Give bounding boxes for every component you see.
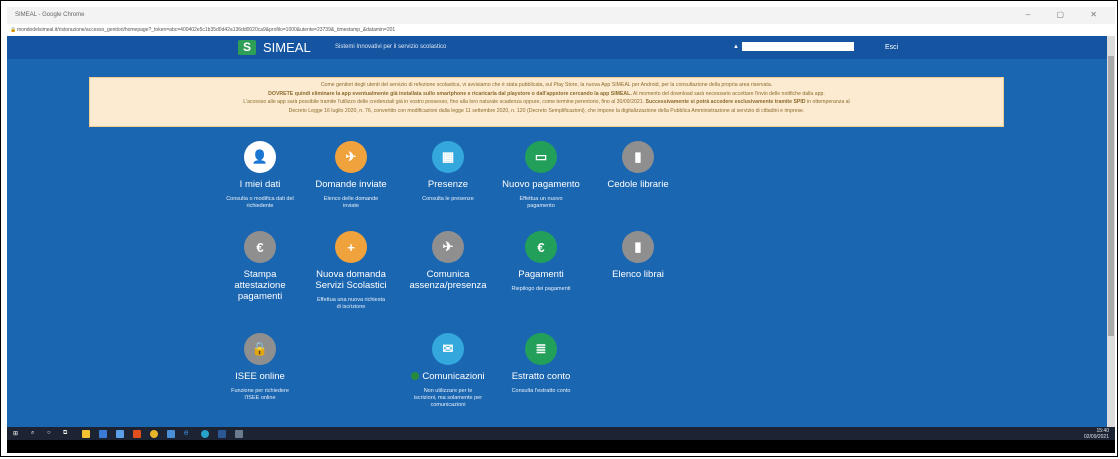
plus-icon: + bbox=[335, 231, 367, 263]
send-icon: ✈ bbox=[432, 231, 464, 263]
app-icon[interactable] bbox=[235, 430, 243, 438]
browser-titlebar: SIMEAL - Google Chrome – ▢ ✕ bbox=[7, 7, 1115, 24]
simeal-logo-icon: S bbox=[238, 40, 256, 55]
tile-description: Effettua una nuova richiesta di iscrizio… bbox=[316, 297, 386, 310]
notice-line-4: Decreto Legge 16 luglio 2020, n. 76, con… bbox=[288, 107, 805, 114]
photos-icon[interactable] bbox=[167, 430, 175, 438]
windows-taskbar: ⊞ ⌕ ○ ⧉ e 15:40 02/09/2021 bbox=[7, 427, 1115, 440]
task-view-icon[interactable]: ⧉ bbox=[63, 430, 67, 437]
office-icon[interactable] bbox=[133, 430, 141, 438]
notice-line-3-bold: Successivamente si potrà accedere esclus… bbox=[644, 99, 806, 106]
tile-label: Elenco librai bbox=[612, 269, 664, 280]
logout-link[interactable]: Esci bbox=[885, 44, 898, 51]
list-icon: ≣ bbox=[525, 333, 557, 365]
status-dot-icon bbox=[411, 372, 420, 381]
tile-account-statement[interactable]: ≣ Estratto conto Consulta l'estratto con… bbox=[486, 333, 596, 395]
page-body: S SIMEAL Sistemi Innovativi per il servi… bbox=[7, 36, 1107, 427]
tile-bookseller-list[interactable]: ▮ Elenco librai bbox=[583, 231, 693, 280]
search-icon[interactable]: ⌕ bbox=[31, 430, 34, 437]
tile-description: Effettua un nuovo pagamento bbox=[519, 196, 563, 209]
tile-label: ISEE online bbox=[235, 371, 285, 382]
tile-sent-requests[interactable]: ✈ Domande inviate Elenco delle domande i… bbox=[296, 141, 406, 210]
mail-icon[interactable] bbox=[99, 430, 107, 438]
scrollbar-thumb[interactable] bbox=[1108, 56, 1114, 336]
notice-line-2-bold: DOVRETE quindi eliminare la app eventual… bbox=[268, 90, 632, 97]
tile-label: Estratto conto bbox=[511, 371, 571, 382]
tile-label: Domande inviate bbox=[315, 179, 387, 190]
top-navigation: S SIMEAL Sistemi Innovativi per il servi… bbox=[7, 36, 1107, 59]
tile-description: Riepilogo dei pagamenti bbox=[511, 286, 571, 292]
tile-new-payment[interactable]: ▭ Nuovo pagamento Effettua un nuovo paga… bbox=[486, 141, 596, 210]
envelope-icon: ✉ bbox=[432, 333, 464, 365]
notice-box: Come genitori degli utenti del servizio … bbox=[89, 77, 1004, 127]
calendar-icon: ▦ bbox=[432, 141, 464, 173]
notice-line-3-text: L'accesso alle app sarà possibile tramit… bbox=[243, 99, 645, 106]
address-bar[interactable]: 🔒 mondodelsimeal.it/ristorazione/accesso… bbox=[7, 24, 1115, 36]
book-icon: ▮ bbox=[622, 141, 654, 173]
notice-line-2: DOVRETE quindi eliminare la app eventual… bbox=[96, 90, 997, 99]
tile-label: Comunicazioni bbox=[422, 371, 485, 382]
url-text[interactable]: mondodelsimeal.it/ristorazione/accesso_g… bbox=[17, 27, 395, 33]
send-icon: ✈ bbox=[335, 141, 367, 173]
page-scrollbar[interactable] bbox=[1107, 36, 1115, 427]
window-title: SIMEAL - Google Chrome bbox=[15, 12, 85, 18]
brand-name: SIMEAL bbox=[263, 40, 311, 55]
brand-tagline: Sistemi Innovativi per il servizio scola… bbox=[335, 44, 447, 50]
person-icon: 👤 bbox=[244, 141, 276, 173]
tile-description: Funzione per richiedere l'ISEE online bbox=[231, 388, 289, 401]
file-explorer-icon[interactable] bbox=[82, 430, 90, 438]
screen: SIMEAL - Google Chrome – ▢ ✕ 🔒 mondodels… bbox=[7, 7, 1115, 453]
screenshot-frame: SIMEAL - Google Chrome – ▢ ✕ 🔒 mondodels… bbox=[0, 0, 1118, 457]
euro-icon: € bbox=[525, 231, 557, 263]
book-icon: ▮ bbox=[622, 231, 654, 263]
word-icon[interactable] bbox=[218, 430, 226, 438]
user-name-box bbox=[742, 42, 854, 51]
tile-isee-online[interactable]: 🔒 ISEE online Funzione per richiedere l'… bbox=[205, 333, 315, 402]
tile-label: Nuovo pagamento bbox=[502, 179, 580, 190]
notice-line-3-rest: in ottemperanza al bbox=[805, 99, 850, 106]
tile-label: Pagamenti bbox=[518, 269, 564, 280]
windows-icon[interactable]: ⊞ bbox=[13, 430, 18, 437]
edge-chromium-icon[interactable] bbox=[201, 430, 209, 438]
screen-bottom-edge bbox=[7, 440, 1115, 453]
tile-label: Nuova domanda Servizi Scolastici bbox=[315, 269, 387, 291]
notice-line-2-rest: Al momento del download sarà necessario … bbox=[631, 90, 825, 97]
tile-book-coupons[interactable]: ▮ Cedole librarie bbox=[583, 141, 693, 190]
lock-icon: 🔒 bbox=[244, 333, 276, 365]
notice-line-1: Come genitori degli utenti del servizio … bbox=[320, 82, 773, 88]
tile-description: Consulta l'estratto conto bbox=[511, 388, 571, 394]
edge-icon[interactable]: e bbox=[184, 428, 188, 437]
tile-new-school-service-request[interactable]: + Nuova domanda Servizi Scolastici Effet… bbox=[296, 231, 406, 311]
chrome-icon[interactable] bbox=[150, 430, 158, 438]
tile-payments[interactable]: € Pagamenti Riepilogo dei pagamenti bbox=[486, 231, 596, 293]
store-icon[interactable] bbox=[116, 430, 124, 438]
notice-line-3: L'accesso alle app sarà possibile tramit… bbox=[96, 98, 997, 107]
circle-icon[interactable]: ○ bbox=[47, 430, 51, 436]
tile-label: Cedole librarie bbox=[607, 179, 669, 190]
lock-icon: 🔒 bbox=[10, 27, 17, 33]
tile-description: Elenco delle domande inviate bbox=[323, 196, 379, 209]
euro-icon: € bbox=[244, 231, 276, 263]
person-icon: ▲ bbox=[733, 44, 739, 50]
credit-card-icon: ▭ bbox=[525, 141, 557, 173]
window-controls[interactable]: – ▢ ✕ bbox=[1026, 10, 1109, 19]
system-clock[interactable]: 15:40 02/09/2021 bbox=[1084, 428, 1109, 440]
